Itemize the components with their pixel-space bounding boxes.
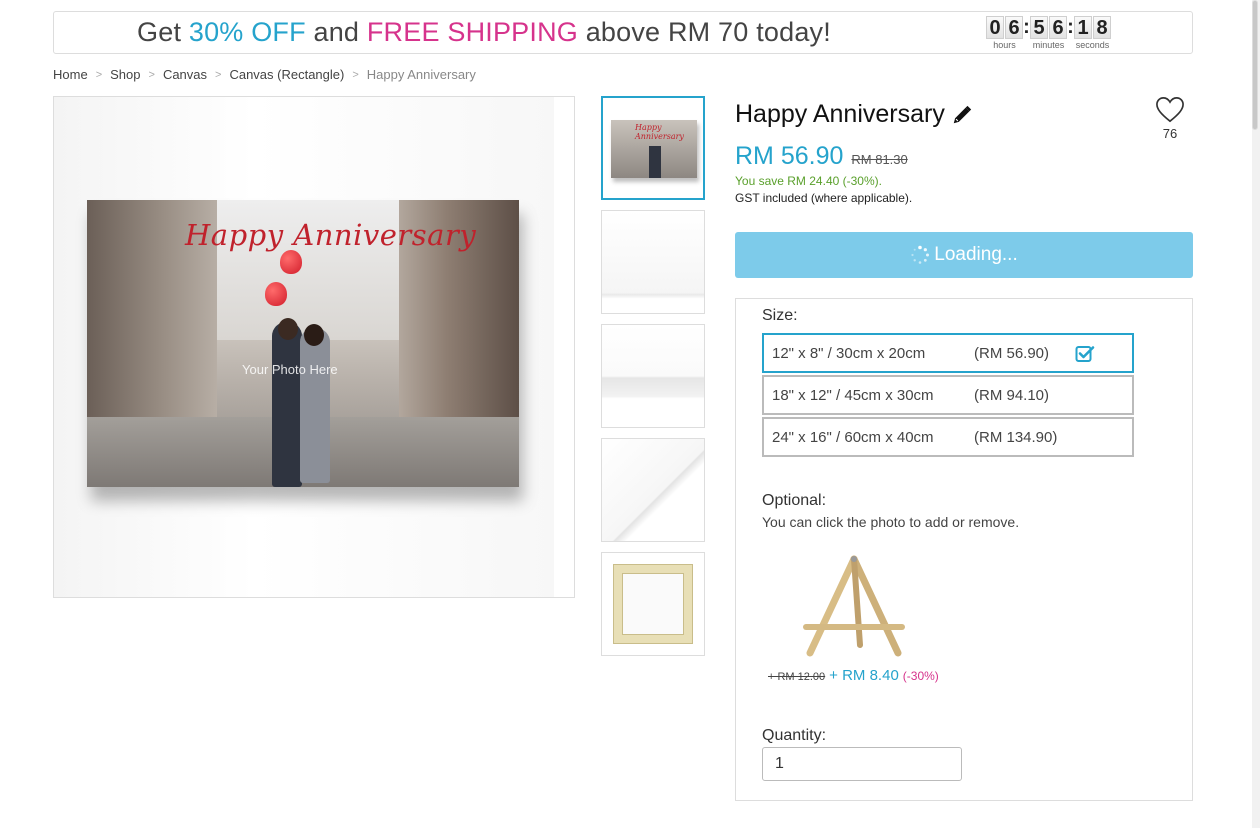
favorite-button[interactable]: 76 — [1150, 96, 1190, 141]
breadcrumb-home[interactable]: Home — [53, 67, 88, 82]
countdown-separator: : — [1023, 16, 1030, 38]
page-scrollbar[interactable] — [1252, 0, 1260, 828]
favorite-count: 76 — [1162, 126, 1178, 141]
breadcrumb-separator: > — [215, 68, 222, 81]
easel-icon — [803, 555, 905, 657]
promo-discount: 30% OFF — [188, 17, 306, 47]
size-dimensions: 24" x 16" / 60cm x 40cm — [772, 429, 934, 446]
breadcrumb-canvas-rectangle[interactable]: Canvas (Rectangle) — [229, 67, 344, 82]
promo-shipping: FREE SHIPPING — [366, 17, 578, 47]
breadcrumb-separator: > — [148, 68, 155, 81]
promo-text-and: and — [313, 17, 360, 47]
countdown-digit: 1 — [1074, 16, 1092, 39]
balloon-icon — [280, 250, 302, 274]
optional-hint: You can click the photo to add or remove… — [762, 514, 1020, 530]
quantity-input[interactable] — [762, 747, 962, 781]
easel-addon[interactable] — [780, 541, 930, 663]
countdown-hours: 0 6 hours — [986, 16, 1023, 50]
heart-icon[interactable] — [1155, 96, 1185, 124]
photo-placeholder-text: Your Photo Here — [242, 362, 338, 377]
countdown-digit: 8 — [1093, 16, 1111, 39]
thumbnail-1[interactable]: Happy Anniversary — [601, 96, 705, 200]
price-row: RM 56.90 RM 81.30 — [735, 142, 908, 171]
thumbnail-4[interactable] — [601, 438, 705, 542]
spinner-icon — [911, 245, 930, 264]
quantity-label: Quantity: — [762, 727, 827, 744]
size-dimensions: 12" x 8" / 30cm x 20cm — [772, 345, 926, 362]
size-option-24x16[interactable]: 24" x 16" / 60cm x 40cm (RM 134.90) — [762, 417, 1134, 457]
breadcrumb-separator: > — [352, 68, 359, 81]
thumbnail-3[interactable] — [601, 324, 705, 428]
countdown-seconds-label: seconds — [1075, 40, 1110, 50]
countdown-timer: 0 6 hours : 5 6 minutes : 1 8 seconds — [986, 16, 1111, 50]
countdown-minutes-label: minutes — [1032, 40, 1065, 50]
savings-text: You save RM 24.40 (-30%). — [735, 174, 882, 188]
frame-image — [614, 565, 692, 643]
balloon-icon — [265, 282, 287, 306]
product-title: Happy Anniversary — [735, 100, 973, 129]
breadcrumb: Home > Shop > Canvas > Canvas (Rectangle… — [53, 67, 476, 82]
original-price: RM 81.30 — [851, 152, 908, 167]
checkbox-checked-icon — [1075, 346, 1095, 362]
photo-couple — [272, 318, 334, 487]
addon-price: + RM 12.00 + RM 8.40 (-30%) — [768, 667, 939, 684]
breadcrumb-current: Happy Anniversary — [366, 67, 476, 82]
size-price: (RM 94.10) — [974, 387, 1050, 404]
thumbnail-2[interactable] — [601, 210, 705, 314]
options-panel: Size: 12" x 8" / 30cm x 20cm (RM 56.90) … — [735, 298, 1193, 801]
promo-text-rest: above RM 70 today! — [585, 17, 831, 47]
addon-discount: (-30%) — [902, 669, 939, 683]
gst-note: GST included (where applicable). — [735, 191, 913, 205]
size-option-18x12[interactable]: 18" x 12" / 45cm x 30cm (RM 94.10) — [762, 375, 1134, 415]
countdown-minutes: 5 6 minutes — [1030, 16, 1067, 50]
add-to-cart-loading-button[interactable]: Loading... — [735, 232, 1193, 278]
size-option-12x8[interactable]: 12" x 8" / 30cm x 20cm (RM 56.90) — [762, 333, 1134, 373]
countdown-digit: 5 — [1030, 16, 1048, 39]
addon-original-price: + RM 12.00 — [768, 671, 826, 683]
breadcrumb-shop[interactable]: Shop — [110, 67, 140, 82]
pencil-icon[interactable] — [951, 104, 973, 126]
breadcrumb-separator: > — [95, 68, 103, 81]
loading-label: Loading... — [934, 244, 1018, 265]
countdown-seconds: 1 8 seconds — [1074, 16, 1111, 50]
size-price: (RM 134.90) — [974, 429, 1058, 446]
thumbnail-title-text: Happy Anniversary — [635, 123, 684, 141]
current-price: RM 56.90 — [735, 142, 844, 170]
optional-label: Optional: — [762, 492, 827, 509]
print-title-text: Happy Anniversary — [185, 218, 477, 252]
canvas-print-preview: Happy Anniversary Your Photo Here — [87, 200, 519, 487]
main-product-image[interactable]: Happy Anniversary Your Photo Here — [53, 96, 575, 598]
addon-current-price: + RM 8.40 — [829, 667, 899, 684]
promo-text-get: Get — [137, 17, 182, 47]
breadcrumb-canvas[interactable]: Canvas — [163, 67, 207, 82]
thumbnail-canvas-preview: Happy Anniversary — [611, 120, 697, 178]
scrollbar-thumb[interactable] — [1252, 0, 1258, 130]
thumbnail-5[interactable] — [601, 552, 705, 656]
size-label: Size: — [762, 307, 798, 324]
countdown-digit: 6 — [1049, 16, 1067, 39]
size-dimensions: 18" x 12" / 45cm x 30cm — [772, 387, 934, 404]
promo-banner: Get 30% OFF and FREE SHIPPING above RM 7… — [53, 11, 1193, 54]
promo-message: Get 30% OFF and FREE SHIPPING above RM 7… — [54, 17, 914, 48]
countdown-separator: : — [1067, 16, 1074, 38]
product-title-text: Happy Anniversary — [735, 100, 945, 128]
size-price: (RM 56.90) — [974, 345, 1050, 362]
countdown-digit: 0 — [986, 16, 1004, 39]
countdown-hours-label: hours — [993, 40, 1016, 50]
countdown-digit: 6 — [1005, 16, 1023, 39]
